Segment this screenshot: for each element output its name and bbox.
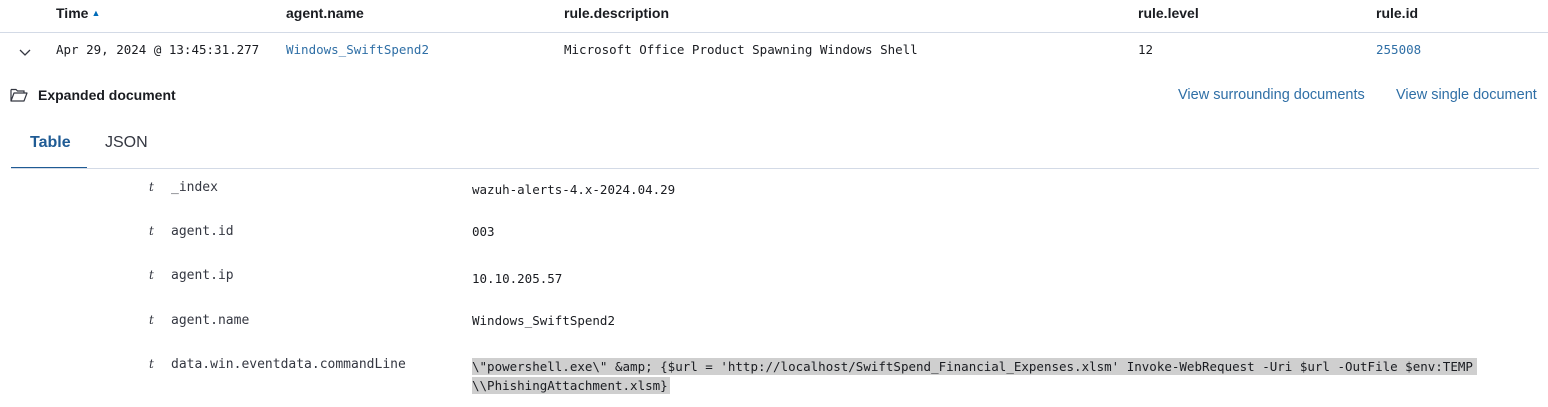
field-type-icon: t	[149, 313, 154, 327]
field-type-icon: t	[149, 357, 154, 371]
row-rule-description: Microsoft Office Product Spawning Window…	[564, 42, 918, 57]
column-header-rule-description[interactable]: rule.description	[564, 5, 669, 21]
field-name-agent-id: agent.id	[171, 224, 234, 239]
sort-ascending-icon[interactable]: ▲	[91, 8, 100, 18]
row-time: Apr 29, 2024 @ 13:45:31.277	[56, 42, 260, 57]
column-header-rule-level[interactable]: rule.level	[1138, 5, 1199, 21]
field-value-agent-id-link[interactable]: 003	[472, 224, 495, 239]
tabs-divider	[11, 168, 1539, 169]
field-name-commandline: data.win.eventdata.commandLine	[171, 357, 406, 372]
collapse-chevron-icon[interactable]	[17, 44, 33, 60]
expanded-document-title: Expanded document	[38, 87, 176, 103]
view-surrounding-documents-link[interactable]: View surrounding documents	[1178, 87, 1365, 103]
header-divider	[0, 32, 1548, 33]
folder-open-icon	[10, 87, 28, 103]
field-type-icon: t	[149, 268, 154, 282]
field-value-agent-ip: 10.10.205.57	[472, 271, 563, 286]
field-value-commandline-line1: \"powershell.exe\" &amp; {$url = 'http:/…	[472, 358, 1477, 375]
column-header-rule-id[interactable]: rule.id	[1376, 5, 1418, 21]
field-type-icon: t	[149, 224, 154, 238]
field-name-agent-ip: agent.ip	[171, 268, 234, 283]
row-rule-level: 12	[1138, 42, 1154, 57]
tab-json[interactable]: JSON	[105, 134, 148, 152]
field-value-agent-name-link[interactable]: Windows_SwiftSpend2	[472, 313, 615, 328]
field-name-agent-name: agent.name	[171, 313, 250, 328]
column-header-time[interactable]: Time ▲	[56, 5, 100, 21]
view-single-document-link[interactable]: View single document	[1396, 87, 1537, 103]
row-agent-name-link[interactable]: Windows_SwiftSpend2	[286, 42, 429, 57]
field-value-commandline-line2: \\PhishingAttachment.xlsm}	[472, 377, 670, 394]
field-name-index: _index	[171, 180, 218, 195]
field-type-icon: t	[149, 180, 154, 194]
field-value-index: wazuh-alerts-4.x-2024.04.29	[472, 182, 676, 197]
row-rule-id-link[interactable]: 255008	[1376, 42, 1421, 57]
column-header-agent-name[interactable]: agent.name	[286, 5, 364, 21]
column-header-time-label: Time	[56, 5, 89, 21]
tab-table[interactable]: Table	[30, 134, 71, 152]
